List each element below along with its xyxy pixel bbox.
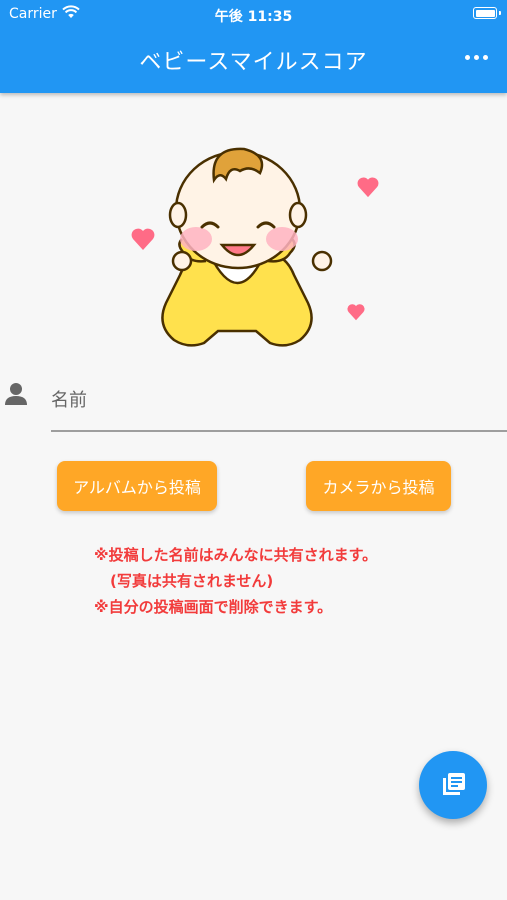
page-title: ベビースマイルスコア bbox=[139, 50, 368, 75]
notice-line-2: (写真は共有されません) bbox=[110, 572, 274, 590]
name-input[interactable] bbox=[51, 370, 507, 432]
person-icon bbox=[5, 383, 27, 405]
notice-line-1: ※投稿した名前はみんなに共有されます。 bbox=[94, 546, 378, 564]
name-field-row bbox=[0, 370, 507, 434]
post-from-camera-button[interactable]: カメラから投稿 bbox=[306, 461, 451, 511]
library-fab-button[interactable] bbox=[419, 751, 487, 819]
post-from-album-button[interactable]: アルバムから投稿 bbox=[57, 461, 217, 511]
battery-icon bbox=[473, 7, 501, 19]
status-bar: Carrier 午後 11:35 bbox=[0, 0, 507, 28]
heart-icon bbox=[357, 177, 379, 198]
notice-line-3: ※自分の投稿画面で削除できます。 bbox=[94, 598, 333, 616]
heart-icon bbox=[131, 228, 155, 250]
app-bar: Carrier 午後 11:35 ベビースマイルスコア bbox=[0, 0, 507, 93]
status-time: 午後 11:35 bbox=[214, 9, 293, 25]
share-notice: ※投稿した名前はみんなに共有されます。 (写真は共有されません) ※自分の投稿画… bbox=[94, 542, 377, 620]
library-books-icon bbox=[443, 773, 465, 795]
more-horizontal-icon[interactable] bbox=[465, 52, 489, 62]
heart-icon bbox=[347, 304, 365, 321]
